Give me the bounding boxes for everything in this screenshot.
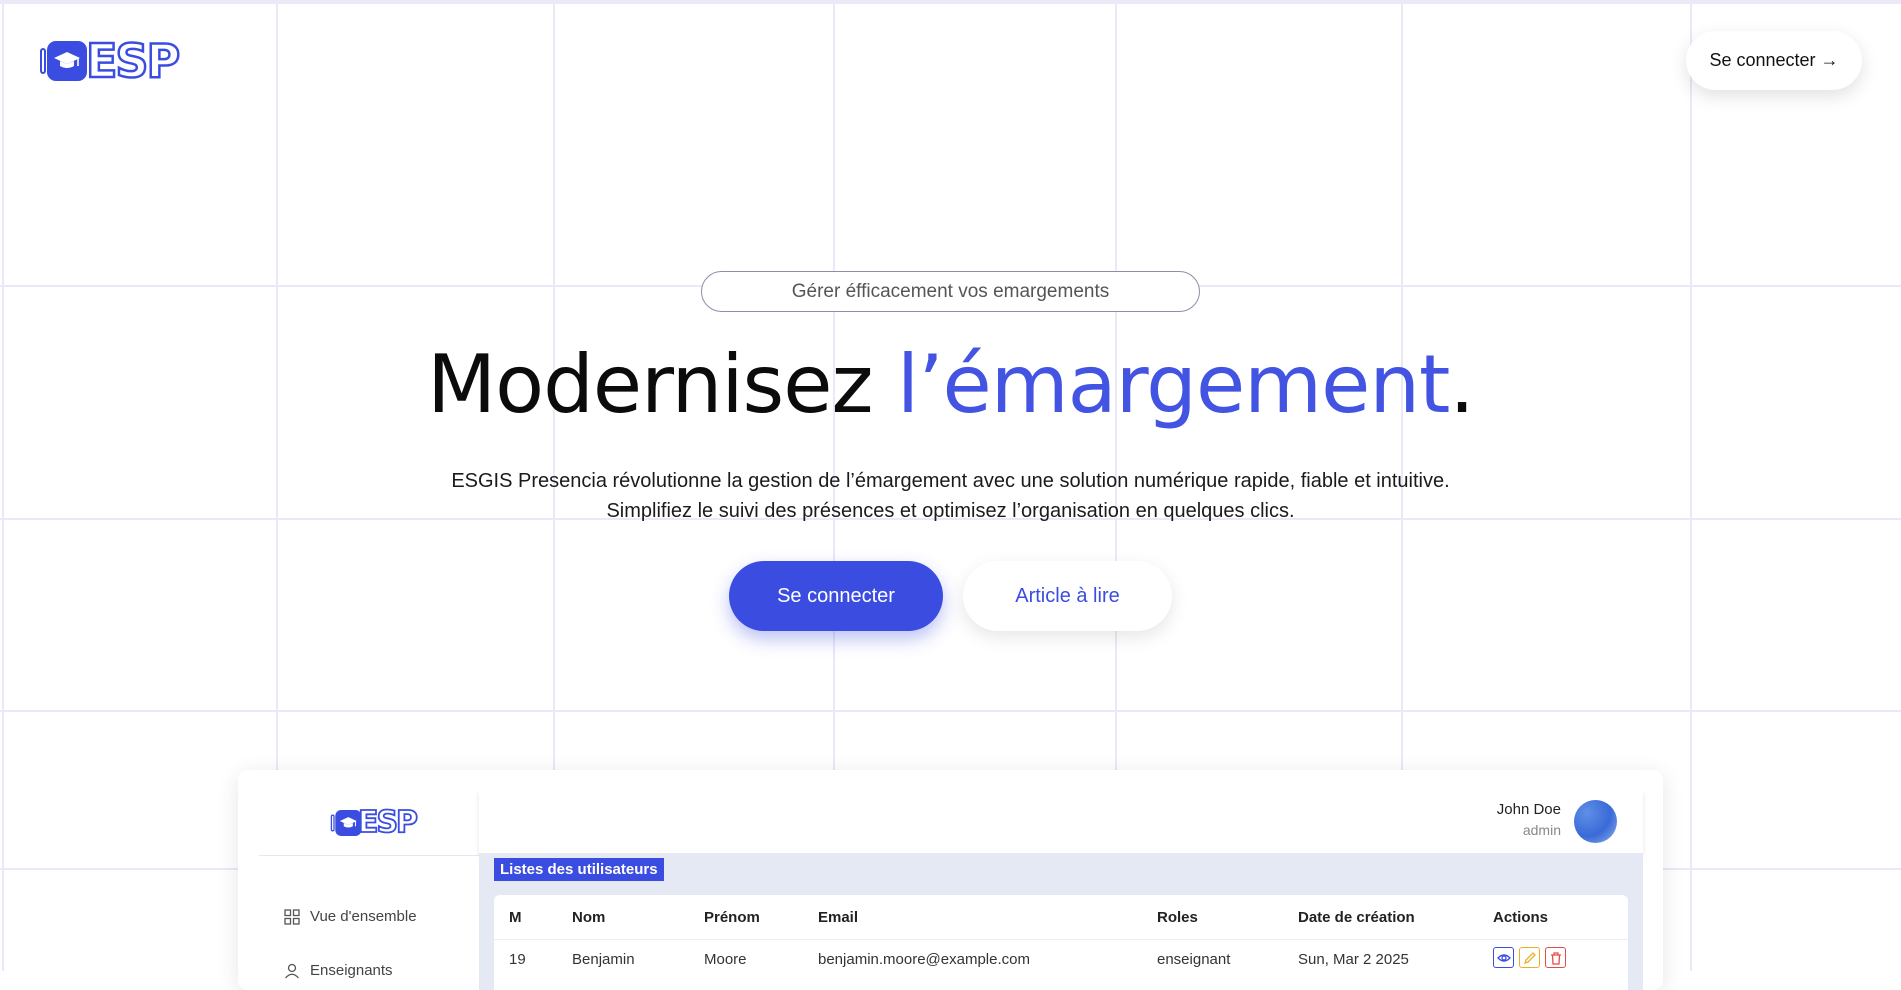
eye-icon: [1496, 953, 1511, 962]
sidebar-item-label: Vue d'ensemble: [310, 908, 417, 925]
hero-description: ESGIS Presencia révolutionne la gestion …: [0, 466, 1901, 526]
user-role: admin: [1522, 822, 1561, 838]
hero-title-main: Modernisez: [427, 338, 897, 431]
user-name: John Doe: [1496, 801, 1561, 818]
column-header: Email: [818, 909, 859, 926]
delete-button[interactable]: [1545, 947, 1566, 968]
preview-content: Listes des utilisateurs M Nom Prénom Ema…: [479, 853, 1643, 990]
graduation-cap-icon: [40, 38, 90, 84]
hero-title-end: .: [1449, 338, 1474, 431]
pencil-icon: [1523, 951, 1536, 964]
cell-email: benjamin.moore@example.com: [818, 951, 1030, 968]
logo[interactable]: ESP: [40, 34, 182, 88]
cell-role: enseignant: [1157, 951, 1231, 968]
column-header: Nom: [572, 909, 606, 926]
column-header: Actions: [1493, 909, 1549, 926]
preview-sidebar: ESP Vue d'ensemble Enseignants: [259, 790, 480, 990]
tagline-pill: Gérer éfficacement vos emargements: [701, 271, 1200, 312]
preview-topbar: John Doe admin: [479, 790, 1643, 853]
hero-description-line2: Simplifiez le suivi des présences et opt…: [606, 500, 1295, 522]
dashboard-preview: ESP Vue d'ensemble Enseignants John Doe …: [238, 770, 1663, 990]
avatar[interactable]: [1574, 800, 1617, 843]
preview-logo[interactable]: ESP: [259, 790, 479, 856]
header-login-button[interactable]: Se connecter →: [1686, 31, 1862, 90]
hero-title-accent: l’émargement: [896, 338, 1451, 431]
cell-nom: Benjamin: [572, 951, 635, 968]
cell-prenom: Moore: [704, 951, 747, 968]
hero-description-line1: ESGIS Presencia révolutionne la gestion …: [451, 470, 1450, 492]
article-button[interactable]: Article à lire: [963, 561, 1172, 631]
top-border: [0, 0, 1901, 4]
preview-main: John Doe admin Listes des utilisateurs M…: [479, 790, 1643, 990]
column-header: M: [509, 909, 522, 926]
sidebar-item-overview[interactable]: Vue d'ensemble: [284, 908, 417, 925]
preview-logo-text: ESP: [357, 804, 419, 840]
view-button[interactable]: [1493, 947, 1514, 968]
cell-id: 19: [509, 951, 526, 968]
hero-title: Modernisez l’émargement.: [0, 345, 1901, 425]
column-header: Roles: [1157, 909, 1198, 926]
trash-icon: [1550, 951, 1561, 965]
graduation-cap-icon: [330, 808, 364, 838]
section-title: Listes des utilisateurs: [494, 858, 664, 881]
grid-icon: [284, 908, 300, 925]
hero-login-button[interactable]: Se connecter: [729, 561, 943, 631]
logo-text: ESP: [85, 34, 182, 88]
edit-button[interactable]: [1519, 947, 1540, 968]
column-header: Date de création: [1298, 909, 1415, 926]
header-divider: [494, 939, 1628, 940]
cell-date: Sun, Mar 2 2025: [1298, 951, 1409, 968]
users-table: M Nom Prénom Email Roles Date de créatio…: [494, 895, 1628, 990]
column-header: Prénom: [704, 909, 760, 926]
